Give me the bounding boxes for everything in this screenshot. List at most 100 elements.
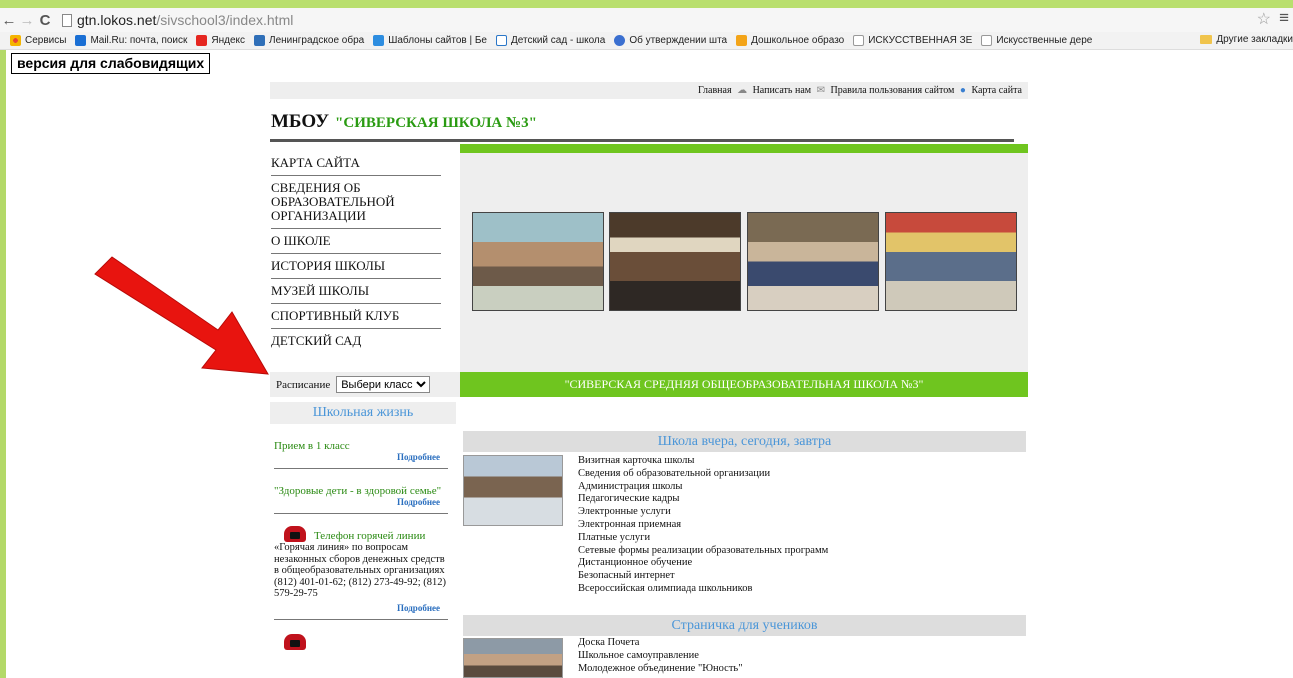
site-title: МБОУ "СИВЕРСКАЯ ШКОЛА №3" (271, 111, 537, 133)
cloud-icon: ☁ (737, 85, 748, 96)
section-link[interactable]: Администрация школы (578, 481, 828, 494)
section-link[interactable]: Доска Почета (578, 637, 743, 650)
menu-item-history[interactable]: ИСТОРИЯ ШКОЛЫ (271, 254, 441, 279)
bookmark-label: Искусственные дере (996, 35, 1093, 46)
bookmark-item[interactable]: Об утверждении шта (614, 35, 727, 46)
section-links: Доска Почета Школьное самоуправление Мол… (578, 637, 743, 675)
bookmark-star-icon[interactable]: ☆ (1257, 9, 1271, 29)
school-building-photo[interactable] (463, 455, 563, 526)
page-icon (62, 13, 72, 27)
section-link[interactable]: Сетевые формы реализации образовательных… (578, 545, 828, 558)
menu-item-about[interactable]: О ШКОЛЕ (271, 229, 441, 254)
section-heading[interactable]: Школа вчера, сегодня, завтра (463, 431, 1026, 452)
address-bar[interactable]: ← → C gtn.lokos.net/sivschool3/index.htm… (0, 8, 1293, 32)
section-link[interactable]: Визитная карточка школы (578, 455, 828, 468)
hotline-title-2[interactable] (270, 633, 456, 650)
schedule-bar: Расписание Выбери класс (270, 372, 460, 397)
low-vision-button[interactable]: версия для слабовидящих (11, 53, 211, 74)
url-host[interactable]: gtn.lokos.net (77, 12, 156, 28)
bookmark-item[interactable]: Сервисы (10, 35, 66, 46)
sidebar-heading: Школьная жизнь (270, 402, 456, 424)
section-heading[interactable]: Страничка для учеников (463, 615, 1026, 636)
bookmark-item[interactable]: Ленинградское обра (254, 35, 364, 46)
bookmark-label: Шаблоны сайтов | Бе (388, 35, 487, 46)
section-links: Визитная карточка школы Сведения об обра… (578, 455, 828, 596)
hotline-title[interactable]: Телефон горячей линии (270, 526, 456, 542)
bookmarks-bar: Сервисы Mail.Ru: почта, поиск Яндекс Лен… (0, 32, 1293, 50)
section-link[interactable]: Педагогические кадры (578, 493, 828, 506)
news-link[interactable]: "Здоровые дети - в здоровой семье" (270, 485, 456, 497)
main-menu: КАРТА САЙТА СВЕДЕНИЯ ОБ ОБРАЗОВАТЕЛЬНОЙ … (271, 150, 441, 353)
bookmark-label: ИСКУССТВЕННАЯ ЗЕ (868, 35, 973, 46)
folder-icon (1200, 35, 1213, 44)
site-icon (254, 35, 266, 46)
classroom-photo[interactable] (747, 212, 879, 311)
bookmark-item[interactable]: Mail.Ru: почта, поиск (75, 35, 187, 46)
site-title-name: "СИВЕРСКАЯ ШКОЛА №3" (335, 115, 537, 131)
sitemap-link[interactable]: Карта сайта (971, 85, 1022, 96)
reload-icon[interactable]: C (36, 12, 54, 29)
calendar-icon (495, 35, 507, 46)
top-links: Главная ☁ Написать нам ✉ Правила пользов… (270, 82, 1028, 99)
school-life-sidebar: Школьная жизнь Прием в 1 класс Подробнее… (270, 402, 456, 678)
other-bookmarks-label: Другие закладки (1216, 34, 1293, 45)
red-arrow-icon (94, 256, 269, 375)
envelope-icon: ✉ (816, 85, 825, 96)
site-icon (736, 35, 748, 46)
menu-item-museum[interactable]: МУЗЕЙ ШКОЛЫ (271, 279, 441, 304)
hotline-title-text: Телефон горячей линии (314, 530, 426, 542)
menu-item-sitemap[interactable]: КАРТА САЙТА (271, 150, 441, 176)
more-link[interactable]: Подробнее (270, 452, 456, 462)
page-icon (981, 35, 993, 46)
phone-icon (284, 633, 306, 650)
bookmark-item[interactable]: ИСКУССТВЕННАЯ ЗЕ (853, 35, 972, 46)
section-link[interactable]: Электронная приемная (578, 519, 828, 532)
section-link[interactable]: Дистанционное обучение (578, 557, 828, 570)
classroom-photo[interactable] (885, 212, 1017, 311)
section-link[interactable]: Сведения об образовательной организации (578, 468, 828, 481)
bookmark-item[interactable]: Дошкольное образо (736, 35, 844, 46)
more-link[interactable]: Подробнее (270, 603, 456, 613)
section-link[interactable]: Электронные услуги (578, 506, 828, 519)
apps-icon (10, 35, 21, 46)
bookmark-label: Яндекс (211, 35, 246, 46)
site-icon (373, 35, 385, 46)
student-photo[interactable] (463, 638, 563, 678)
bookmark-label: Детский сад - школа (510, 35, 606, 46)
bookmark-item[interactable]: Искусственные дере (981, 35, 1092, 46)
bookmark-label: Ленинградское обра (269, 35, 365, 46)
write-us-link[interactable]: Написать нам (753, 85, 812, 96)
forward-icon[interactable]: → (18, 12, 36, 29)
classroom-photo[interactable] (472, 212, 604, 311)
section-link[interactable]: Школьное самоуправление (578, 650, 743, 663)
bookmark-label: Об утверждении шта (629, 35, 728, 46)
url-path[interactable]: /sivschool3/index.html (156, 12, 293, 28)
menu-item-org-info[interactable]: СВЕДЕНИЯ ОБ ОБРАЗОВАТЕЛЬНОЙ ОРГАНИЗАЦИИ (271, 176, 441, 229)
menu-item-kindergarten[interactable]: ДЕТСКИЙ САД (271, 329, 441, 353)
class-select[interactable]: Выбери класс (336, 376, 431, 393)
bookmark-item[interactable]: Детский сад - школа (495, 35, 606, 46)
phone-icon (284, 526, 306, 542)
menu-item-sport-club[interactable]: СПОРТИВНЫЙ КЛУБ (271, 304, 441, 329)
bookmark-item[interactable]: Яндекс (196, 35, 245, 46)
section-link[interactable]: Молодежное объединение "Юность" (578, 663, 743, 676)
green-bar (460, 144, 1028, 153)
section-link[interactable]: Платные услуги (578, 532, 828, 545)
menu-icon[interactable]: ≡ (1279, 8, 1289, 28)
home-link[interactable]: Главная (698, 85, 732, 96)
bookmark-label: Mail.Ru: почта, поиск (90, 35, 188, 46)
hotline-phones: (812) 401-01-62; (812) 273-49-92; (812) … (274, 576, 447, 600)
more-link[interactable]: Подробнее (270, 497, 456, 507)
window-frame (0, 0, 1293, 8)
back-icon[interactable]: ← (0, 12, 18, 29)
other-bookmarks[interactable]: Другие закладки (1200, 34, 1293, 45)
news-link[interactable]: Прием в 1 класс (270, 440, 456, 452)
section-link[interactable]: Безопасный интернет (578, 570, 828, 583)
section-link[interactable]: Всероссийская олимпиада школьников (578, 583, 828, 596)
title-divider (270, 139, 1014, 142)
classroom-photo[interactable] (609, 212, 741, 311)
photo-gallery (460, 153, 1028, 372)
bookmark-item[interactable]: Шаблоны сайтов | Бе (373, 35, 487, 46)
page-icon (853, 35, 865, 46)
rules-link[interactable]: Правила пользования сайтом (831, 85, 955, 96)
